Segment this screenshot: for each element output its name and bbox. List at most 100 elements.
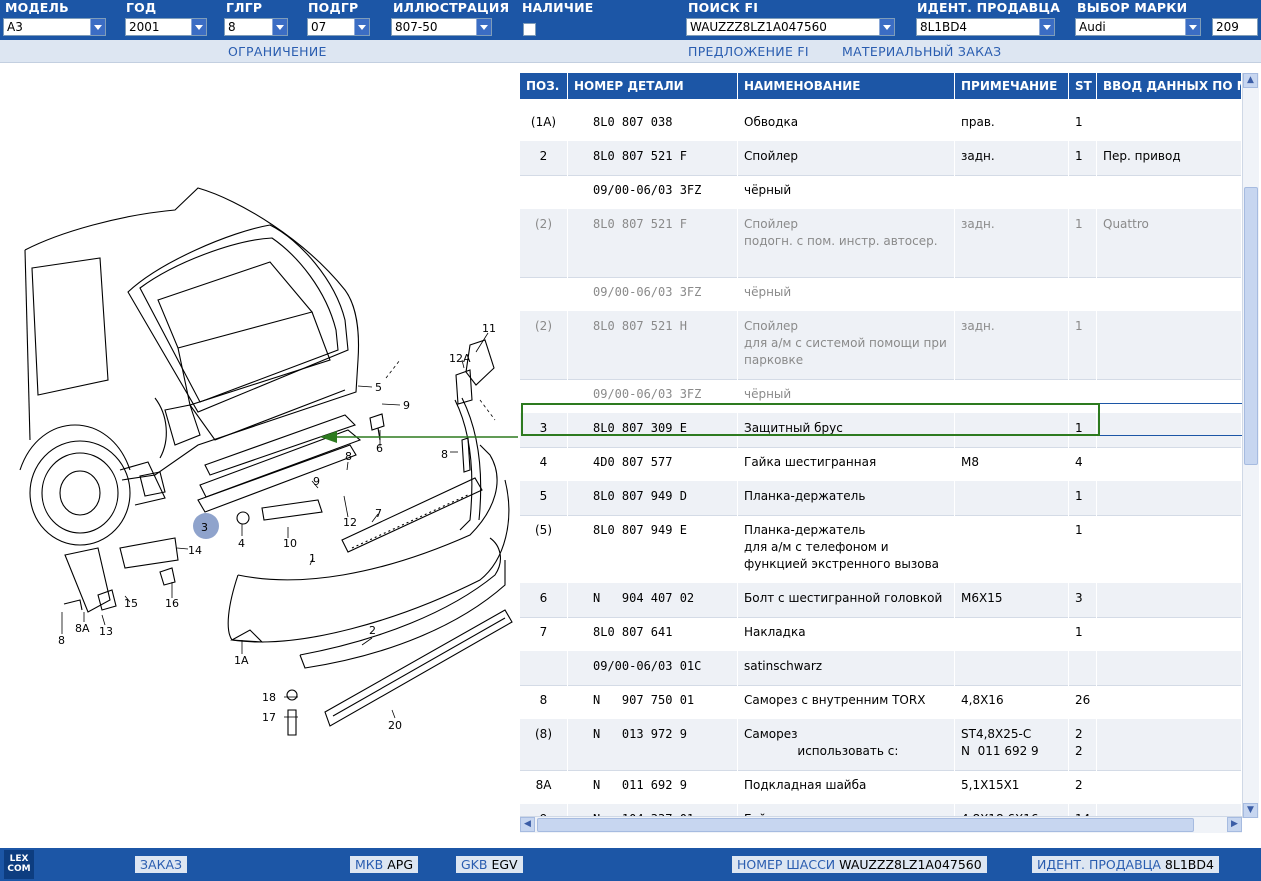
table-row[interactable]: 09/00-06/03 3FZ чёрный [520, 175, 1242, 210]
fi-search-select[interactable]: WAUZZZ8LZ1A047560 [686, 18, 895, 36]
chevron-down-icon[interactable] [1185, 19, 1200, 35]
col-header-part-number[interactable]: НОМЕР ДЕТАЛИ [568, 73, 738, 99]
diagram-label[interactable]: 8 [345, 450, 352, 463]
cell-inp[interactable] [1097, 277, 1242, 311]
diagram-label[interactable]: 10 [283, 537, 297, 550]
diagram-label[interactable]: 3 [201, 521, 208, 534]
cell-inp[interactable] [1097, 651, 1242, 685]
vertical-scrollbar[interactable]: ▲ ▼ [1242, 73, 1259, 818]
diagram-label[interactable]: 12 [343, 516, 357, 529]
diagram-label[interactable]: 1A [234, 654, 249, 667]
table-row[interactable]: 6N 904 407 02 Болт с шестигранной головко… [520, 583, 1242, 618]
chevron-down-icon[interactable] [1039, 19, 1054, 35]
col-header-name[interactable]: НАИМЕНОВАНИЕ [738, 73, 955, 99]
col-header-st[interactable]: ST [1069, 73, 1097, 99]
sub-group-filter: ПОДГР [308, 0, 358, 16]
diagram-label[interactable]: 13 [99, 625, 113, 638]
table-row[interactable]: 8N 907 750 01 Саморез с внутренним TORX 4,… [520, 685, 1242, 720]
availability-checkbox[interactable] [523, 23, 536, 36]
table-row[interactable]: (1A) 8L0 807 038 Обводка прав. 1 [520, 107, 1242, 142]
diagram-label[interactable]: 12A [449, 352, 471, 365]
cell-name: Спойлер [738, 141, 955, 175]
diagram-label[interactable]: 11 [482, 322, 496, 335]
cell-inp[interactable] [1097, 175, 1242, 209]
table-row[interactable]: 5 8L0 807 949 D Планка-держатель 1 [520, 481, 1242, 516]
material-order-link[interactable]: МАТЕРИАЛЬНЫЙ ЗАКАЗ [842, 44, 1001, 59]
diagram-label[interactable]: 9 [313, 475, 320, 488]
illustration-select[interactable]: 807-50 [391, 18, 492, 36]
parts-illustration[interactable]: 11 12A 5 9 6 8 8 9 12 7 1 3 4 10 14 15 1… [0, 62, 518, 848]
diagram-label[interactable]: 15 [124, 597, 138, 610]
diagram-label[interactable]: 6 [376, 442, 383, 455]
col-header-note[interactable]: ПРИМЕЧАНИЕ [955, 73, 1069, 99]
diagram-label[interactable]: 14 [188, 544, 202, 557]
scroll-right-icon[interactable]: ▶ [1227, 817, 1242, 832]
cell-inp[interactable] [1097, 515, 1242, 583]
table-row[interactable]: (8) N 013 972 9 Саморез использовать с: ST4… [520, 719, 1242, 771]
cell-inp[interactable] [1097, 413, 1242, 447]
diagram-label[interactable]: 5 [375, 381, 382, 394]
cell-inp[interactable] [1097, 685, 1242, 719]
diagram-label[interactable]: 17 [262, 711, 276, 724]
cell-st: 1 [1069, 515, 1097, 583]
scroll-up-icon[interactable]: ▲ [1243, 73, 1258, 88]
restriction-link[interactable]: ОГРАНИЧЕНИЕ [228, 44, 327, 59]
diagram-label[interactable]: 16 [165, 597, 179, 610]
scroll-thumb[interactable] [537, 818, 1194, 832]
cell-inp[interactable] [1097, 617, 1242, 651]
cell-st [1069, 651, 1097, 685]
diagram-label[interactable]: 1 [309, 552, 316, 565]
chevron-down-icon[interactable] [272, 19, 287, 35]
chevron-down-icon[interactable] [354, 19, 369, 35]
chevron-down-icon[interactable] [191, 19, 206, 35]
table-row[interactable]: 3 8L0 807 309 E Защитный брус 1 [520, 413, 1242, 448]
cell-inp[interactable] [1097, 311, 1242, 379]
cell-inp[interactable] [1097, 447, 1242, 481]
sub-group-select[interactable]: 07 [307, 18, 370, 36]
diagram-label[interactable]: 9 [403, 399, 410, 412]
diagram-label[interactable]: 8 [58, 634, 65, 647]
table-row[interactable]: 09/00-06/03 3FZ чёрный [520, 379, 1242, 414]
diagram-label[interactable]: 18 [262, 691, 276, 704]
diagram-label[interactable]: 7 [375, 507, 382, 520]
model-select[interactable]: A3 [3, 18, 106, 36]
cell-inp[interactable] [1097, 379, 1242, 413]
horizontal-scrollbar[interactable]: ◀ ▶ [520, 816, 1242, 833]
table-row[interactable]: 7 8L0 807 641 Накладка 1 [520, 617, 1242, 652]
cell-inp[interactable] [1097, 583, 1242, 617]
diagram-label[interactable]: 2 [369, 624, 376, 637]
scroll-left-icon[interactable]: ◀ [520, 817, 535, 832]
fi-offer-link[interactable]: ПРЕДЛОЖЕНИЕ FI [688, 44, 809, 59]
cell-inp[interactable] [1097, 770, 1242, 804]
year-select[interactable]: 2001 [125, 18, 207, 36]
table-row[interactable]: 8A N 011 692 9 Подкладная шайба 5,1X15X1 2 [520, 770, 1242, 805]
diagram-label[interactable]: 4 [238, 537, 245, 550]
table-row[interactable]: 09/00-06/03 3FZ чёрный [520, 277, 1242, 312]
col-header-model-input[interactable]: ВВОД ДАННЫХ ПО МОДЕЛИ [1097, 73, 1242, 99]
cell-inp[interactable] [1097, 719, 1242, 770]
cell-inp[interactable] [1097, 481, 1242, 515]
dealer-id-select[interactable]: 8L1BD4 [916, 18, 1055, 36]
scroll-down-icon[interactable]: ▼ [1243, 803, 1258, 818]
catalog-code-field[interactable]: 209 [1212, 18, 1258, 36]
diagram-label[interactable]: 8A [75, 622, 90, 635]
main-group-select[interactable]: 8 [224, 18, 288, 36]
cell-inp[interactable] [1097, 107, 1242, 141]
table-row[interactable]: 2 8L0 807 521 F Спойлер задн. 1 Пер. привод [520, 141, 1242, 176]
cell-inp[interactable]: Quattro [1097, 209, 1242, 277]
scroll-thumb[interactable] [1244, 187, 1258, 465]
order-button[interactable]: ЗАКАЗ [135, 856, 188, 873]
chevron-down-icon[interactable] [879, 19, 894, 35]
col-header-pos[interactable]: ПОЗ. [520, 73, 568, 99]
diagram-label[interactable]: 20 [388, 719, 402, 732]
table-row[interactable]: 4 4D0 807 577 Гайка шестигранная M8 4 [520, 447, 1242, 482]
table-row[interactable]: (2) 8L0 807 521 H Спойлер для а/м с систем… [520, 311, 1242, 380]
table-row[interactable]: (2) 8L0 807 521 F Спойлер подогн. с пом. и… [520, 209, 1242, 278]
chevron-down-icon[interactable] [90, 19, 105, 35]
table-row[interactable]: 09/00-06/03 01C satinschwarz [520, 651, 1242, 686]
cell-inp[interactable]: Пер. привод [1097, 141, 1242, 175]
diagram-label[interactable]: 8 [441, 448, 448, 461]
table-row[interactable]: (5) 8L0 807 949 E Планка-держатель для а/м… [520, 515, 1242, 584]
brand-select[interactable]: Audi [1075, 18, 1201, 36]
chevron-down-icon[interactable] [476, 19, 491, 35]
